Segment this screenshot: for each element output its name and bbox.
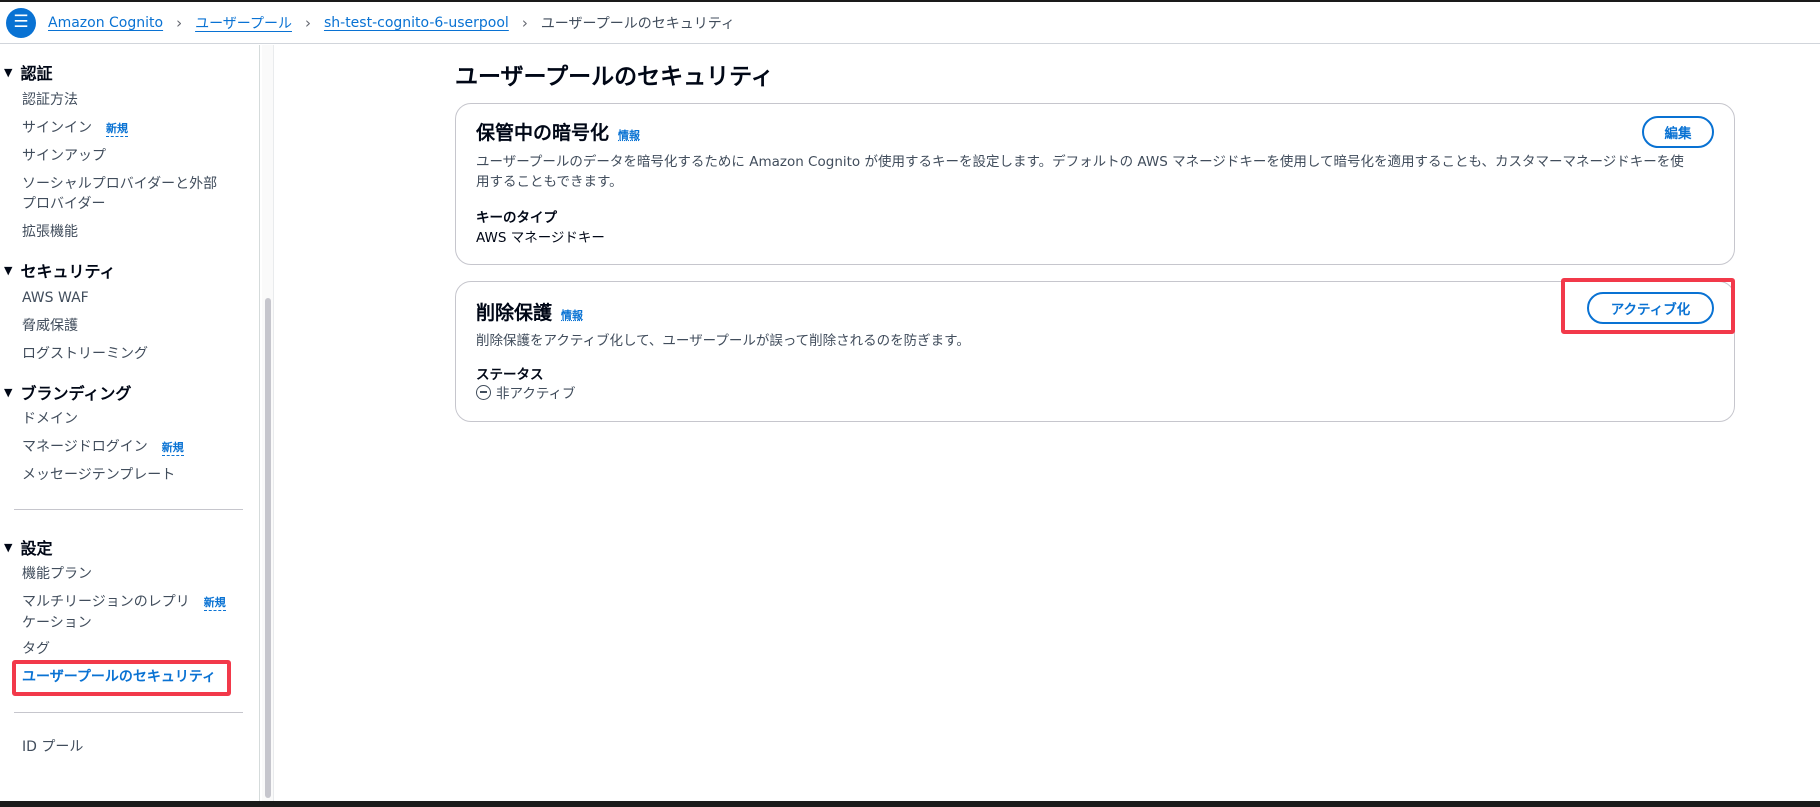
edit-button[interactable]: 編集 [1642, 116, 1714, 148]
deletion-protection-card: 削除保護 情報 アクティブ化 削除保護をアクティブ化して、ユーザープールが誤って… [455, 281, 1735, 422]
sidebar-item-label: サインイン [22, 120, 92, 136]
caret-down-icon: ▼ [4, 263, 13, 277]
sidebar-item-message-templates[interactable]: メッセージテンプレート [22, 465, 175, 485]
encryption-card-header: 保管中の暗号化 情報 [476, 118, 640, 145]
breadcrumb-amazon-cognito[interactable]: Amazon Cognito [48, 15, 163, 31]
new-badge: 新規 [203, 596, 226, 611]
top-navigation-bar: ☰ Amazon Cognito › ユーザープール › sh-test-cog… [0, 2, 1820, 44]
sidebar-item-multi-region-replication[interactable]: マルチリージョンのレプリ 新規 ケーション [22, 592, 226, 633]
highlight-box-activate [1561, 278, 1735, 334]
section-security-title: セキュリティ [20, 262, 116, 281]
sidebar-scrollbar-thumb[interactable] [265, 298, 271, 798]
new-badge: 新規 [106, 122, 128, 137]
page-title: ユーザープールのセキュリティ [455, 64, 774, 90]
sidebar-item-domain[interactable]: ドメイン [22, 409, 78, 429]
description-line: 用することもできます。 [476, 174, 623, 190]
sidebar-item-auth-methods[interactable]: 認証方法 [22, 90, 78, 110]
breadcrumb: Amazon Cognito › ユーザープール › sh-test-cogni… [48, 13, 735, 33]
breadcrumb-current-page: ユーザープールのセキュリティ [540, 15, 735, 32]
status-inactive-icon [476, 384, 491, 400]
side-navigation: ▼ 認証 認証方法 サインイン 新規 サインアップ ソーシャルプロバイダーと外部 … [0, 45, 260, 801]
status-label: ステータス [476, 367, 544, 383]
sidebar-item-social-providers[interactable]: ソーシャルプロバイダーと外部 プロバイダー [22, 174, 217, 214]
sidebar-divider [14, 712, 243, 713]
sidebar-divider [14, 509, 243, 510]
deletion-card-title: 削除保護 [476, 302, 553, 324]
sidebar-item-feature-plan[interactable]: 機能プラン [22, 564, 92, 584]
sidebar-item-tags[interactable]: タグ [22, 639, 50, 659]
deletion-description: 削除保護をアクティブ化して、ユーザープールが誤って削除されるのを防ぎます。 [476, 333, 970, 349]
chevron-right-icon: › [304, 13, 311, 32]
breadcrumb-user-pools[interactable]: ユーザープール [195, 13, 292, 33]
section-branding-title: ブランディング [20, 384, 132, 403]
new-badge: 新規 [161, 441, 184, 456]
breadcrumb-userpool-name[interactable]: sh-test-cognito-6-userpool [324, 15, 509, 31]
encryption-at-rest-card: 保管中の暗号化 情報 編集 ユーザープールのデータを暗号化するために Amazo… [455, 103, 1735, 265]
description-line: ユーザープールのデータを暗号化するために Amazon Cognito が使用す… [476, 154, 1684, 170]
sidebar-item-label: ソーシャルプロバイダーと外部 [22, 176, 218, 192]
sidebar-item-label: プロバイダー [22, 196, 106, 212]
deletion-card-header: 削除保護 情報 [476, 298, 583, 325]
section-settings-title: 設定 [20, 539, 53, 558]
caret-down-icon: ▼ [4, 385, 13, 399]
section-settings-header[interactable]: ▼ 設定 [4, 535, 52, 559]
status-value: 非アクティブ [496, 386, 576, 402]
caret-down-icon: ▼ [4, 540, 13, 554]
section-branding-header[interactable]: ▼ ブランディング [4, 380, 131, 404]
sidebar-item-managed-login[interactable]: マネージドログイン 新規 [22, 437, 184, 458]
sidebar-item-label: マルチリージョンのレプリ 新規 [22, 594, 226, 611]
status-value-row: 非アクティブ [476, 382, 576, 402]
chevron-right-icon: › [521, 13, 528, 32]
sidebar-item-label: ケーション [22, 615, 92, 631]
section-auth-header[interactable]: ▼ 認証 [4, 60, 52, 84]
chevron-right-icon: › [176, 13, 183, 32]
hamburger-menu-icon[interactable]: ☰ [6, 7, 36, 38]
sidebar-item-log-streaming[interactable]: ログストリーミング [22, 344, 148, 364]
section-auth-title: 認証 [20, 64, 53, 83]
encryption-card-title: 保管中の暗号化 [476, 122, 610, 144]
sidebar-item-label: マネージドログイン [22, 439, 148, 455]
highlight-box-sidebar [12, 660, 231, 696]
encryption-description: ユーザープールのデータを暗号化するために Amazon Cognito が使用す… [476, 152, 1716, 192]
sidebar-item-sign-in[interactable]: サインイン 新規 [22, 118, 128, 139]
key-type-value: AWS マネージドキー [476, 230, 605, 246]
sidebar-item-sign-up[interactable]: サインアップ [22, 146, 106, 166]
info-link[interactable]: 情報 [618, 127, 640, 143]
window-bottom-edge [0, 801, 1820, 807]
sidebar-item-threat-protection[interactable]: 脅威保護 [22, 316, 78, 336]
sidebar-item-id-pool[interactable]: ID プール [22, 737, 83, 757]
key-type-label: キーのタイプ [476, 210, 557, 226]
caret-down-icon: ▼ [4, 65, 13, 79]
sidebar-item-aws-waf[interactable]: AWS WAF [22, 288, 89, 308]
info-link[interactable]: 情報 [561, 307, 583, 323]
sidebar-item-extensions[interactable]: 拡張機能 [22, 222, 78, 242]
section-security-header[interactable]: ▼ セキュリティ [4, 258, 116, 282]
